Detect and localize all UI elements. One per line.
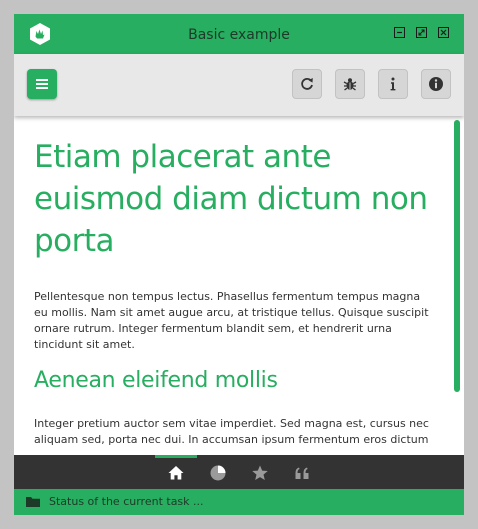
content-area[interactable]: Etiam placerat ante euismod diam dictum …: [14, 116, 464, 455]
info-icon: [390, 77, 396, 91]
close-icon: [440, 29, 447, 36]
paragraph-1: Pellentesque non tempus lectus. Phasellu…: [34, 290, 429, 351]
active-tab-indicator: [155, 455, 197, 458]
home-icon[interactable]: [167, 464, 185, 482]
star-icon[interactable]: [251, 464, 269, 482]
bug-icon: [343, 78, 357, 91]
info-circle-icon: [429, 77, 443, 91]
quote-icon[interactable]: [293, 464, 311, 482]
menu-button[interactable]: [27, 69, 57, 99]
sub-heading: Aenean eleifend mollis: [34, 368, 278, 393]
close-button[interactable]: [438, 27, 449, 38]
maximize-icon: [418, 29, 425, 36]
minimize-button[interactable]: [394, 27, 405, 38]
refresh-button[interactable]: [292, 69, 322, 99]
minimize-icon: [397, 31, 402, 34]
maximize-button[interactable]: [416, 27, 427, 38]
paragraph-2: Integer pretium auctor sem vitae imperdi…: [34, 417, 429, 446]
refresh-icon: [301, 78, 313, 90]
main-heading: Etiam placerat ante euismod diam dictum …: [34, 139, 428, 259]
pie-chart-icon[interactable]: [209, 464, 227, 482]
debug-button[interactable]: [335, 69, 365, 99]
info-button[interactable]: [378, 69, 408, 99]
status-text: Status of the current task ...: [49, 495, 204, 508]
menu-icon: [36, 79, 48, 89]
title-bar[interactable]: Basic example: [14, 14, 464, 54]
status-bar: Status of the current task ...: [14, 489, 464, 515]
toolbar: [14, 54, 464, 116]
app-window: Basic example Etiam placerat ante euismo…: [14, 14, 464, 515]
folder-icon: [26, 497, 40, 507]
about-button[interactable]: [421, 69, 451, 99]
bottom-nav: [14, 455, 464, 489]
scrollbar-thumb[interactable]: [454, 120, 460, 392]
